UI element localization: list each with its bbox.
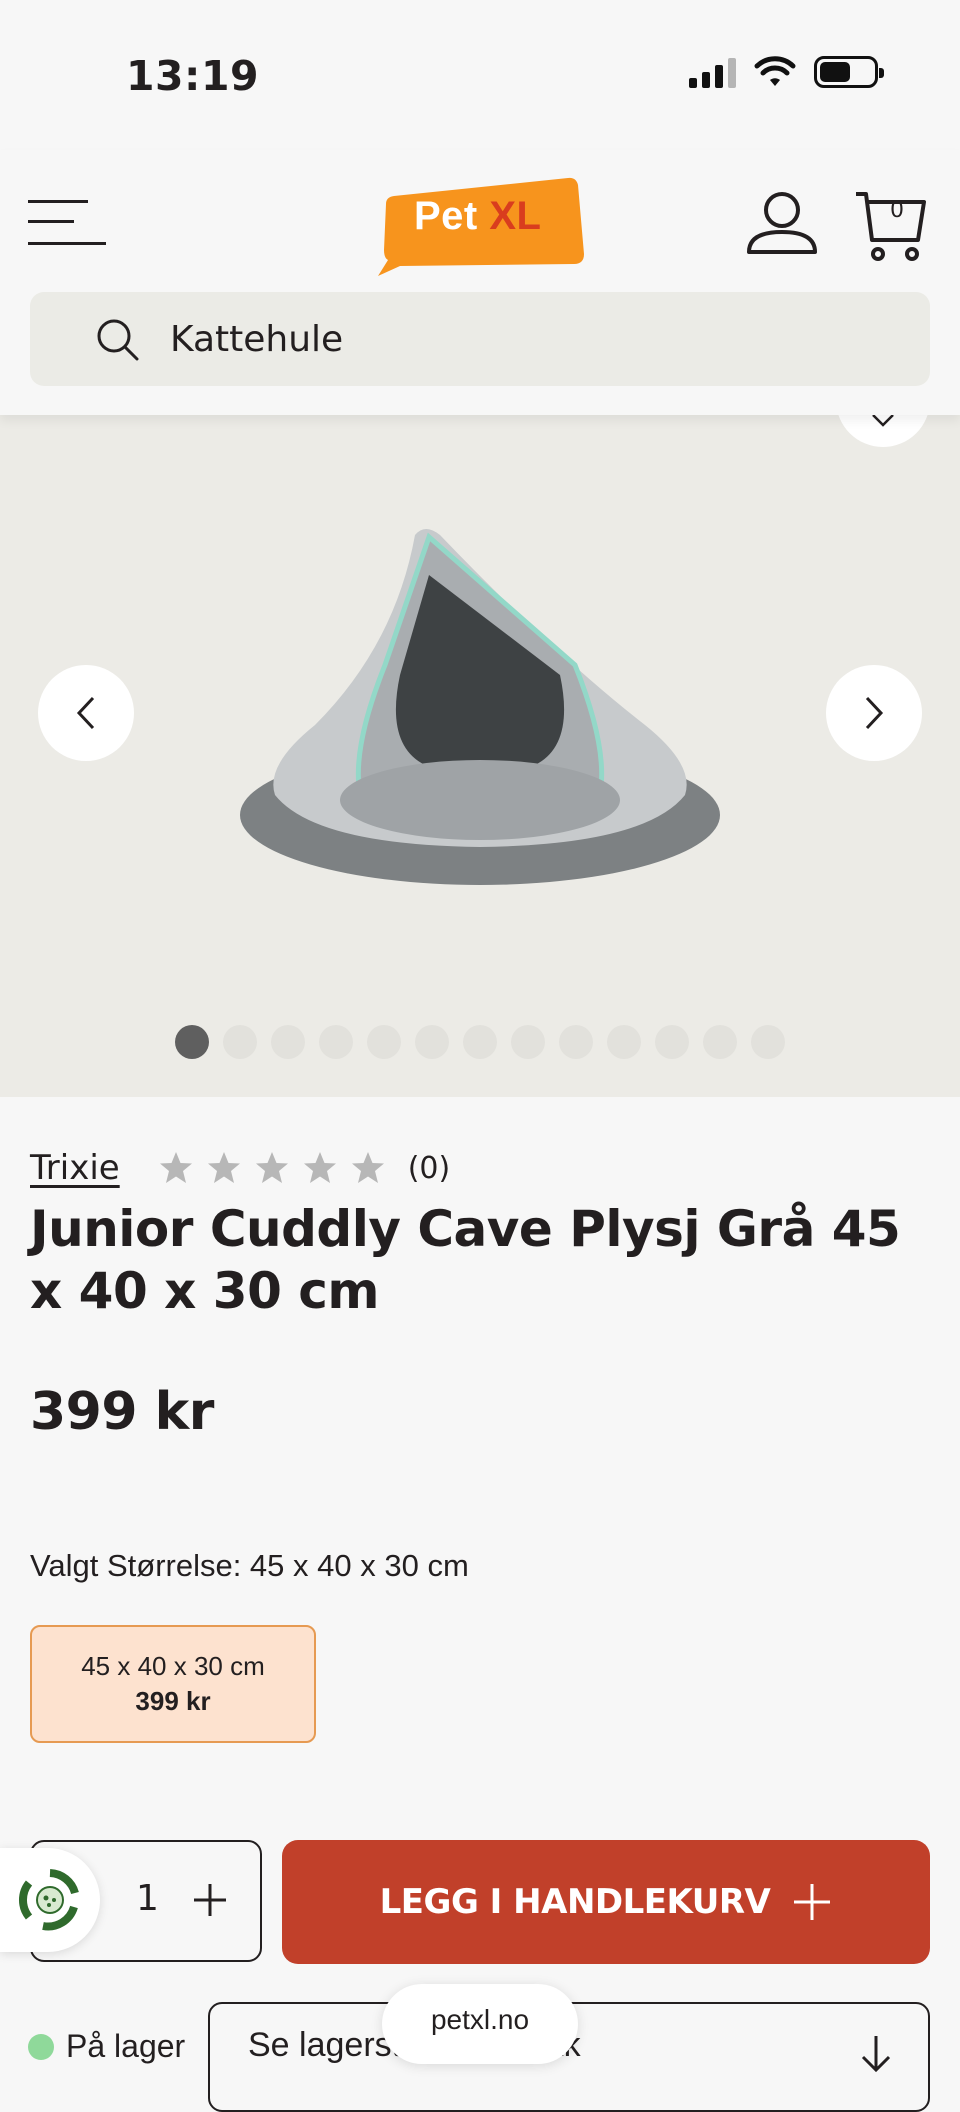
gallery-dot[interactable] xyxy=(271,1025,305,1059)
gallery-dot[interactable] xyxy=(655,1025,689,1059)
wifi-icon xyxy=(754,56,796,86)
gallery-dot[interactable] xyxy=(751,1025,785,1059)
brand-rating-row: Trixie (0) xyxy=(30,1148,450,1188)
gallery-dot[interactable] xyxy=(607,1025,641,1059)
cellular-signal-icon xyxy=(689,56,736,88)
plus-icon[interactable] xyxy=(190,1880,230,1920)
product-title: Junior Cuddly Cave Plysj Grå 45 x 40 x 3… xyxy=(30,1200,901,1320)
quantity-value: 1 xyxy=(136,1878,159,1919)
gallery-dot[interactable] xyxy=(319,1025,353,1059)
account-icon[interactable] xyxy=(745,190,819,256)
star-icon xyxy=(303,1152,336,1183)
rating-stars xyxy=(158,1150,386,1186)
browser-url-pill[interactable]: petxl.no xyxy=(382,1984,578,2064)
chevron-right-icon xyxy=(865,696,884,730)
menu-icon[interactable] xyxy=(28,198,106,248)
add-to-cart-label: LEGG I HANDLEKURV xyxy=(379,1882,771,1922)
size-option-size: 45 x 40 x 30 cm xyxy=(81,1651,265,1681)
star-icon xyxy=(159,1152,192,1183)
in-stock-dot xyxy=(28,2033,54,2060)
cart-button[interactable]: 0 xyxy=(854,190,928,266)
search-input[interactable]: Kattehule xyxy=(30,292,930,386)
chevron-down-icon xyxy=(872,415,894,427)
star-icon xyxy=(255,1152,288,1183)
status-icons xyxy=(689,56,884,88)
gallery-dot[interactable] xyxy=(367,1025,401,1059)
gallery-dot[interactable] xyxy=(703,1025,737,1059)
chevron-left-icon xyxy=(76,696,95,730)
gallery-dot[interactable] xyxy=(415,1025,449,1059)
product-price: 399 kr xyxy=(30,1382,214,1442)
petxl-logo[interactable]: Pet XL xyxy=(378,176,584,276)
star-icon xyxy=(207,1152,240,1183)
selected-size-label: Valgt Størrelse: 45 x 40 x 30 cm xyxy=(30,1548,469,1583)
gallery-dots xyxy=(175,1025,785,1059)
stock-status: På lager xyxy=(28,2028,185,2065)
status-bar: 13:19 xyxy=(0,0,960,150)
brand-link[interactable]: Trixie xyxy=(30,1148,120,1188)
recycle-icon xyxy=(19,1869,79,1931)
cart-count: 0 xyxy=(890,198,904,223)
logo-text: Pet XL xyxy=(414,194,542,238)
rating-count[interactable]: (0) xyxy=(408,1151,451,1186)
stock-status-text: På lager xyxy=(66,2028,186,2064)
scroll-down-button[interactable] xyxy=(836,415,930,447)
gallery-prev-button[interactable] xyxy=(38,665,134,761)
product-image xyxy=(240,529,720,885)
status-time: 13:19 xyxy=(126,52,260,100)
search-value: Kattehule xyxy=(170,318,344,360)
gallery-dot[interactable] xyxy=(175,1025,209,1059)
size-option-price: 399 kr xyxy=(135,1686,211,1716)
gallery-next-button[interactable] xyxy=(826,665,922,761)
eco-badge[interactable] xyxy=(0,1848,100,1952)
gallery-dot[interactable] xyxy=(559,1025,593,1059)
size-option-selected[interactable]: 45 x 40 x 30 cm 399 kr xyxy=(30,1625,316,1743)
search-icon xyxy=(97,319,139,361)
star-icon xyxy=(351,1152,384,1183)
add-to-cart-button[interactable]: LEGG I HANDLEKURV xyxy=(282,1840,930,1964)
plus-icon xyxy=(794,1884,831,1920)
arrow-down-icon xyxy=(861,2036,891,2073)
gallery-dot[interactable] xyxy=(511,1025,545,1059)
product-gallery[interactable] xyxy=(0,415,960,1097)
gallery-dot[interactable] xyxy=(223,1025,257,1059)
battery-icon xyxy=(814,56,884,88)
gallery-dot[interactable] xyxy=(463,1025,497,1059)
site-header: Pet XL 0 Kattehule xyxy=(0,150,960,415)
